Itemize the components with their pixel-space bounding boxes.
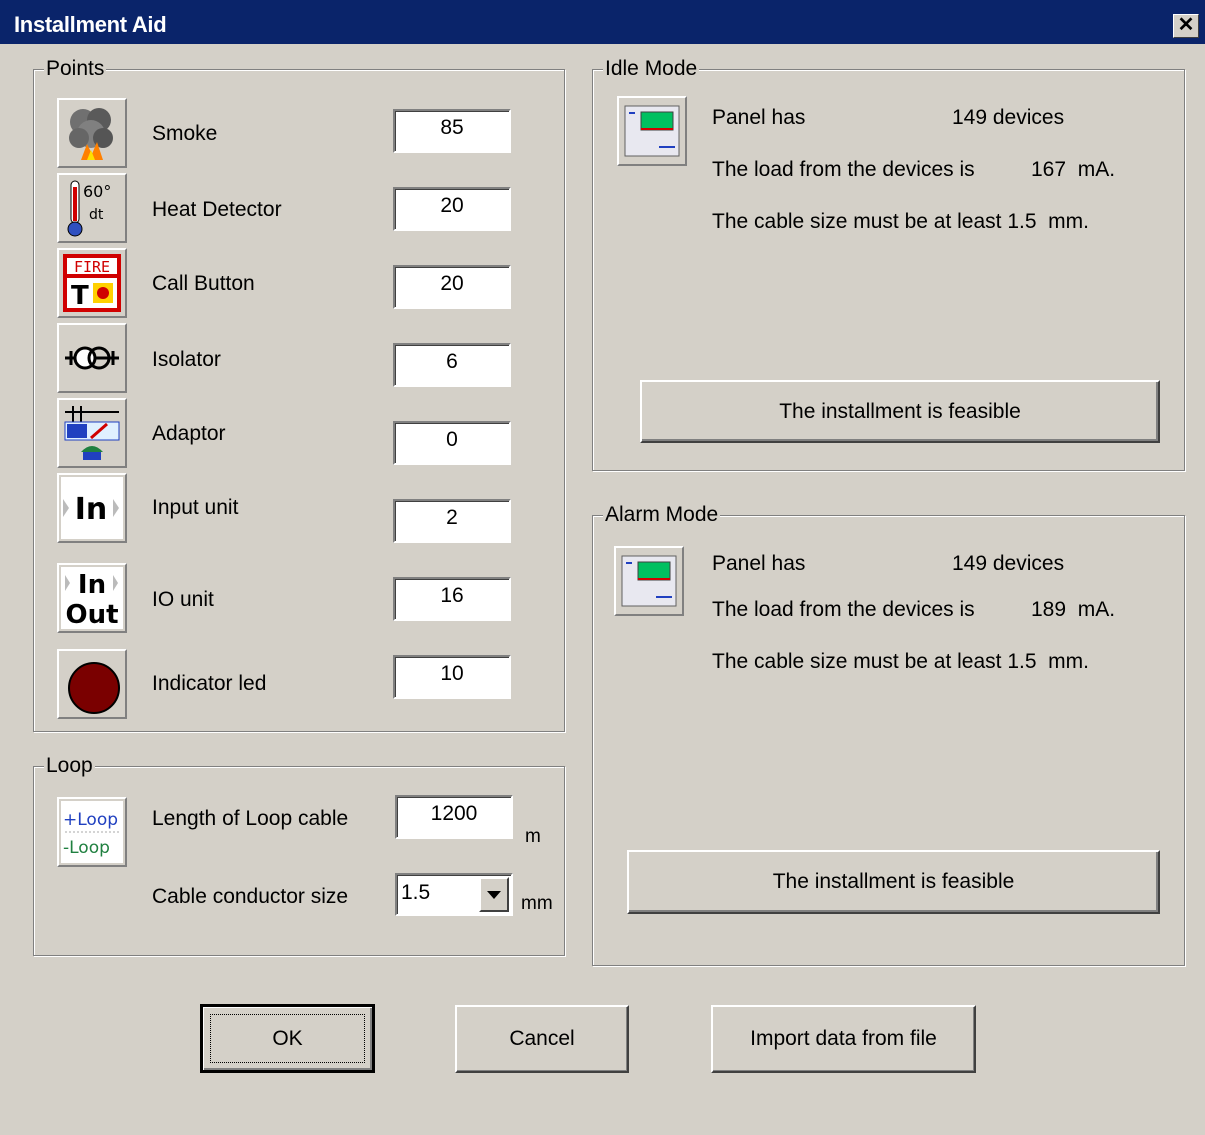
indicator-led-icon	[57, 649, 127, 719]
import-data-button[interactable]: Import data from file	[711, 1005, 976, 1073]
close-icon[interactable]: ✕	[1173, 14, 1199, 38]
input-unit-count-input[interactable]: 2	[393, 499, 511, 543]
heat-temp-text: 60°	[83, 182, 111, 201]
alarm-mode-legend: Alarm Mode	[603, 503, 721, 527]
alarm-cable-text: The cable size must be at least 1.5 mm.	[712, 650, 1089, 673]
input-unit-icon: In	[57, 473, 127, 543]
in-text: In	[75, 492, 108, 527]
loop-plus-text: +Loop	[63, 810, 118, 830]
idle-load-label: The load from the devices is	[712, 158, 975, 181]
import-label: Import data from file	[750, 1027, 937, 1050]
alarm-panel-label: Panel has	[712, 552, 806, 575]
idle-cable-text: The cable size must be at least 1.5 mm.	[712, 210, 1089, 233]
loop-legend: Loop	[44, 754, 95, 778]
indicator-led-label: Indicator led	[152, 672, 267, 695]
io-in-text: In	[78, 570, 106, 600]
smoke-detector-icon	[57, 98, 127, 168]
idle-feasibility-status: The installment is feasible	[640, 380, 1160, 443]
idle-panel-label: Panel has	[712, 106, 806, 129]
idle-mode-legend: Idle Mode	[603, 57, 700, 81]
isolator-icon	[57, 323, 127, 393]
io-out-text: Out	[65, 600, 118, 629]
cancel-button[interactable]: Cancel	[455, 1005, 629, 1073]
control-panel-icon	[617, 96, 687, 166]
conductor-size-value: 1.5	[401, 881, 431, 904]
conductor-size-select[interactable]: 1.5	[395, 873, 513, 916]
points-legend: Points	[44, 57, 107, 81]
alarm-load-label: The load from the devices is	[712, 598, 975, 621]
loop-minus-text: -Loop	[63, 838, 110, 858]
io-unit-label: IO unit	[152, 588, 214, 611]
call-button-count-input[interactable]: 20	[393, 265, 511, 309]
title-bar: Installment Aid ✕	[0, 0, 1205, 44]
isolator-label: Isolator	[152, 348, 221, 371]
io-unit-icon: In Out	[57, 563, 127, 633]
t-text: T	[71, 281, 89, 311]
io-unit-count-input[interactable]: 16	[393, 577, 511, 621]
idle-devices-count: 149 devices	[952, 106, 1065, 129]
adaptor-label: Adaptor	[152, 422, 226, 445]
heat-detector-icon: 60° dt	[57, 173, 127, 243]
smoke-label: Smoke	[152, 122, 218, 145]
focus-rect	[210, 1014, 365, 1063]
loop-length-unit: m	[525, 826, 541, 847]
loop-length-input[interactable]: 1200	[395, 795, 513, 839]
indicator-led-count-input[interactable]: 10	[393, 655, 511, 699]
heat-detector-count-input[interactable]: 20	[393, 187, 511, 231]
chevron-down-icon[interactable]	[479, 877, 509, 912]
fire-call-button-icon: FIRE T	[57, 248, 127, 318]
input-unit-label: Input unit	[152, 496, 239, 519]
adaptor-count-input[interactable]: 0	[393, 421, 511, 465]
alarm-load-value: 189 mA.	[1031, 598, 1116, 621]
control-panel-icon	[614, 546, 684, 616]
heat-dt-text: dt	[89, 207, 104, 223]
alarm-feasibility-status: The installment is feasible	[627, 850, 1160, 914]
heat-detector-label: Heat Detector	[152, 198, 282, 221]
alarm-devices-count: 149 devices	[952, 552, 1065, 575]
loop-length-label: Length of Loop cable	[152, 807, 349, 830]
fire-text: FIRE	[74, 258, 110, 276]
loop-cable-icon: +Loop -Loop	[57, 797, 127, 867]
adaptor-icon	[57, 398, 127, 468]
isolator-count-input[interactable]: 6	[393, 343, 511, 387]
call-button-label: Call Button	[152, 272, 255, 295]
conductor-size-unit: mm	[521, 893, 553, 914]
idle-load-value: 167 mA.	[1031, 158, 1116, 181]
smoke-count-input[interactable]: 85	[393, 109, 511, 153]
ok-button[interactable]: OK	[200, 1004, 375, 1073]
window-title: Installment Aid	[14, 12, 167, 37]
conductor-size-label: Cable conductor size	[152, 885, 349, 908]
cancel-label: Cancel	[509, 1027, 575, 1050]
